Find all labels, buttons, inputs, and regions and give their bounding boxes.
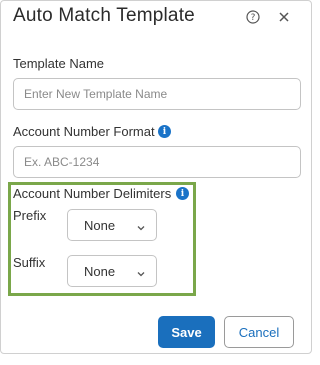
prefix-select-value: None (84, 217, 116, 233)
suffix-select-value: None (84, 263, 116, 279)
dialog-title: Auto Match Template (13, 5, 195, 26)
svg-text:?: ? (251, 13, 256, 23)
prefix-select[interactable]: None (67, 209, 157, 241)
account-number-delimiters-label: Account Number Delimiters (13, 186, 172, 201)
template-name-input[interactable] (13, 78, 301, 110)
template-name-label: Template Name (13, 56, 105, 71)
info-icon[interactable]: i (158, 125, 171, 138)
chevron-down-icon (136, 266, 146, 284)
suffix-select[interactable]: None (67, 255, 157, 287)
close-icon[interactable] (276, 9, 292, 25)
auto-match-template-dialog: Auto Match Template ? Template Name Acco… (0, 0, 312, 354)
suffix-label: Suffix (13, 255, 46, 270)
prefix-label: Prefix (13, 208, 47, 223)
account-number-format-input[interactable] (13, 146, 301, 178)
cancel-button[interactable]: Cancel (224, 316, 294, 348)
help-circle-icon[interactable]: ? (245, 9, 261, 25)
account-number-format-label: Account Number Format (13, 124, 155, 139)
info-icon[interactable]: i (176, 187, 189, 200)
chevron-down-icon (136, 220, 146, 238)
save-button[interactable]: Save (158, 316, 215, 348)
